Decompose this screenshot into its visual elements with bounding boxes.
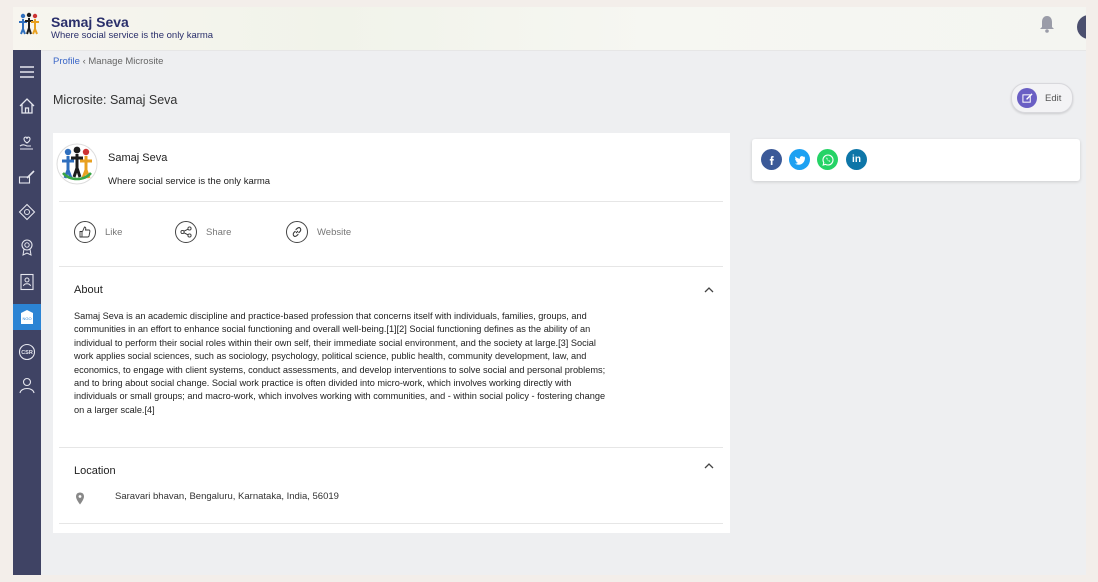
- location-pin-icon: [76, 492, 84, 505]
- thumbs-up-icon: [74, 221, 96, 243]
- about-line: work applies social sciences, such as so…: [74, 351, 587, 362]
- profile-user-icon[interactable]: [17, 375, 37, 395]
- app-title: Samaj Seva: [51, 14, 129, 30]
- samaj-seva-logo[interactable]: [17, 12, 41, 36]
- about-line: individual to perform their social roles…: [74, 337, 596, 348]
- divider: [59, 201, 723, 202]
- contacts-book-icon[interactable]: [17, 272, 37, 292]
- whatsapp-icon[interactable]: [817, 149, 838, 170]
- about-line: and to bring about social change. Social…: [74, 378, 572, 389]
- link-icon: [286, 221, 308, 243]
- ngo-nav-item[interactable]: NGO: [13, 304, 41, 330]
- location-heading: Location: [74, 465, 116, 477]
- org-name: Samaj Seva: [108, 152, 168, 164]
- user-avatar[interactable]: [1077, 15, 1086, 39]
- edit-button-label: Edit: [1045, 92, 1062, 104]
- facebook-icon[interactable]: [761, 149, 782, 170]
- location-address: Saravari bhavan, Bengaluru, Karnataka, I…: [115, 491, 339, 502]
- svg-text:NGO: NGO: [22, 316, 31, 321]
- top-bar: Samaj Seva Where social service is the o…: [13, 7, 1086, 51]
- notification-bell-icon[interactable]: [1039, 15, 1055, 33]
- page-title: Microsite: Samaj Seva: [53, 93, 178, 107]
- divider: [59, 447, 723, 448]
- home-icon[interactable]: [17, 96, 37, 116]
- like-label: Like: [105, 226, 123, 238]
- chevron-up-icon[interactable]: [703, 286, 715, 294]
- breadcrumb-profile-link[interactable]: Profile: [53, 56, 80, 67]
- about-line: Samaj Seva is an academic discipline and…: [74, 311, 587, 321]
- website-label: Website: [317, 226, 352, 238]
- linkedin-label: in: [852, 154, 861, 165]
- about-line: individuals or small groups; and macro-w…: [74, 391, 606, 402]
- share-icon: [175, 221, 197, 243]
- breadcrumb: Profile ‹ Manage Microsite: [53, 56, 163, 67]
- breadcrumb-current: Manage Microsite: [88, 56, 164, 67]
- menu-icon[interactable]: [17, 62, 37, 82]
- edit-pencil-icon: [1017, 88, 1037, 108]
- edit-button[interactable]: Edit: [1011, 83, 1073, 113]
- linkedin-icon[interactable]: in: [846, 149, 867, 170]
- ngo-building-icon: NGO: [21, 310, 33, 324]
- about-line: economics, to engage with client systems…: [74, 364, 606, 375]
- about-line: communities in an effort to enhance soci…: [74, 324, 591, 335]
- about-text: Samaj Seva is an academic discipline and…: [74, 310, 699, 417]
- chevron-up-icon[interactable]: [703, 462, 715, 470]
- svg-text:CSR: CSR: [21, 350, 33, 356]
- website-action[interactable]: Website: [286, 221, 351, 243]
- share-label: Share: [206, 226, 232, 238]
- like-action[interactable]: Like: [74, 221, 122, 243]
- award-badge-icon[interactable]: [17, 237, 37, 257]
- share-action[interactable]: Share: [175, 221, 231, 243]
- sidebar: NGO CSR: [13, 50, 41, 575]
- donation-hands-icon[interactable]: [17, 132, 37, 152]
- ticket-pen-icon[interactable]: [17, 167, 37, 187]
- divider: [59, 266, 723, 267]
- social-share-card: in: [752, 139, 1080, 181]
- app-subtitle: Where social service is the only karma: [51, 30, 214, 41]
- divider: [59, 523, 723, 524]
- microsite-card: Samaj Seva Where social service is the o…: [53, 133, 730, 533]
- csr-icon[interactable]: CSR: [17, 342, 37, 362]
- about-heading: About: [74, 284, 103, 296]
- twitter-icon[interactable]: [789, 149, 810, 170]
- about-line: on a larger scale.[4]: [74, 404, 155, 415]
- org-tagline: Where social service is the only karma: [108, 176, 271, 187]
- app-frame: Samaj Seva Where social service is the o…: [13, 7, 1086, 575]
- breadcrumb-separator: ‹: [82, 56, 86, 67]
- diamond-tag-icon[interactable]: [17, 202, 37, 222]
- org-logo: [56, 143, 98, 185]
